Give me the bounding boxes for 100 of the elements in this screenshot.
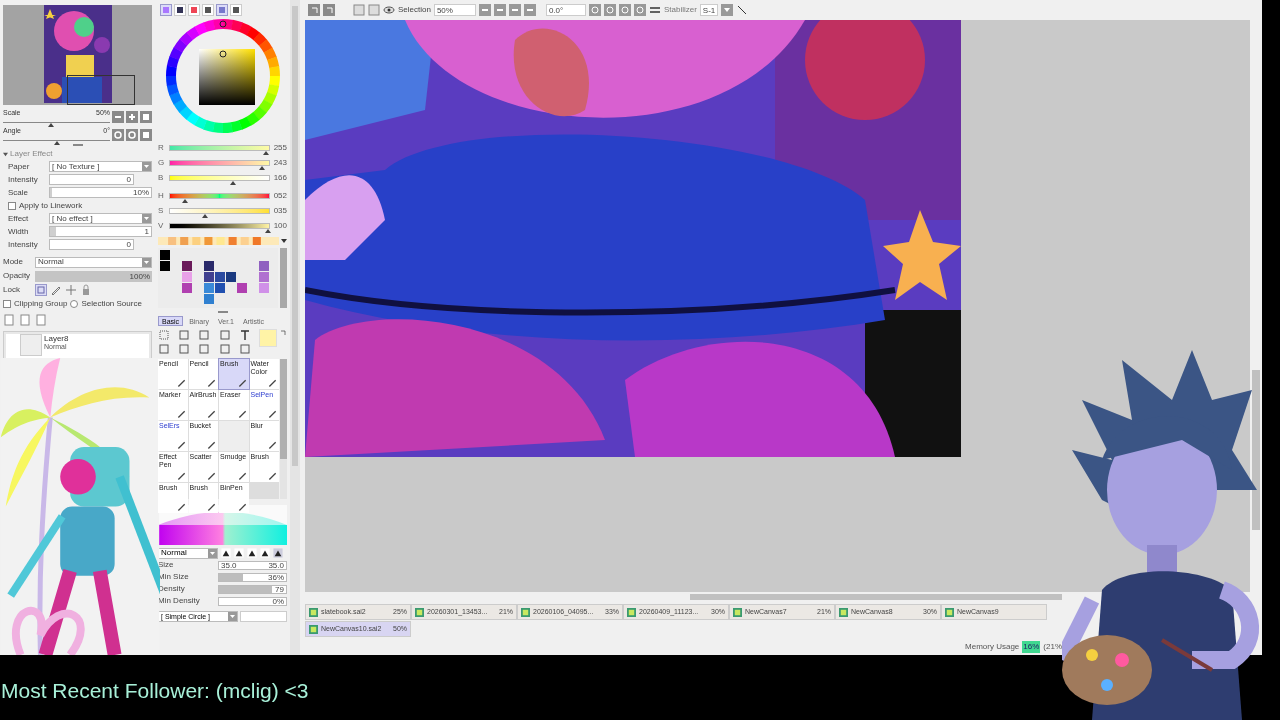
checkbox[interactable] (3, 299, 11, 308)
image-file-icon (839, 607, 848, 617)
toolbar-label: Stabilizer (663, 4, 697, 16)
channel-label: H (158, 189, 165, 202)
slider-thumb[interactable] (263, 150, 269, 155)
brush-icon (207, 471, 216, 480)
brush-icon (237, 409, 247, 418)
field-label: Density (158, 583, 186, 595)
undo-icon[interactable] (308, 4, 320, 16)
panel-scrollbar[interactable] (292, 6, 298, 466)
brush-shape-icon[interactable] (273, 548, 283, 558)
palette-scrollbar[interactable] (280, 248, 287, 308)
image-file-icon (627, 607, 636, 617)
dropdown[interactable]: Normal (158, 547, 218, 559)
field-label: Intensity (8, 238, 39, 251)
padlock-icon[interactable] (80, 284, 92, 296)
brush-shape-icon[interactable] (260, 548, 270, 558)
brush-shape-icon[interactable] (247, 548, 257, 558)
slider-track[interactable]: 79 (218, 584, 287, 594)
slider-track[interactable]: 10% (48, 187, 152, 198)
slider-thumb[interactable] (181, 198, 188, 203)
horizontal-scrollbar-thumb[interactable] (690, 594, 1062, 600)
brush-icon (207, 440, 216, 449)
input-field[interactable]: S-1 (699, 4, 718, 16)
channel-label: S (158, 204, 165, 217)
vertical-scrollbar-thumb[interactable] (1252, 370, 1260, 530)
slider-thumb[interactable] (53, 141, 60, 145)
lock-pixels-icon[interactable] (35, 284, 47, 296)
channel-reading: 243 (273, 156, 287, 169)
channel-reading: 166 (273, 171, 287, 184)
slider-reading: 36% (268, 573, 284, 582)
slider-track[interactable]: 0% (218, 596, 287, 606)
memory-reading: (21% (1043, 641, 1062, 653)
input-field[interactable] (240, 610, 287, 622)
input-field[interactable]: 0 (49, 174, 134, 185)
input-field[interactable]: 0 (49, 239, 134, 250)
brush-icon (176, 471, 186, 480)
section-title: Layer Effect (10, 148, 53, 160)
eye-icon[interactable] (383, 4, 395, 16)
brush-scrollbar[interactable] (280, 359, 287, 459)
image-file-icon (733, 607, 742, 617)
brush-shape-icon[interactable] (221, 548, 231, 558)
dropdown[interactable]: Normal (35, 256, 152, 268)
option-label: Selection Source (81, 297, 142, 310)
brush-icon (237, 471, 247, 480)
swatch-strip[interactable] (158, 237, 279, 245)
memory-reading: 16% (1022, 641, 1041, 653)
brush-shape-icon[interactable] (234, 548, 244, 558)
slider-track[interactable]: 36% (218, 572, 287, 582)
dropdown[interactable]: [ No effect ] (49, 213, 152, 224)
slider-reading: 0% (272, 597, 284, 606)
selection-rect-icon[interactable] (158, 329, 170, 341)
field-label: Opacity (3, 270, 32, 282)
brush-icon (237, 378, 247, 387)
brush-icon (268, 471, 277, 480)
checkbox-label: Apply to Linework (19, 199, 83, 212)
brush-icon (176, 378, 186, 387)
checkbox[interactable] (8, 201, 16, 210)
follower-text: Most Recent Follower: (mclig) <3 (0, 677, 309, 704)
brush-icon (176, 409, 186, 418)
brush-icon (207, 409, 216, 418)
input-field[interactable]: 0.0° (545, 4, 586, 16)
brush-icon (268, 378, 277, 387)
zoom-out-icon[interactable] (112, 111, 124, 123)
option-label: Clipping Group (14, 297, 68, 310)
channel-reading: 100 (273, 219, 287, 232)
channel-label: R (158, 141, 165, 154)
line-tool-icon[interactable] (735, 4, 748, 16)
slider-thumb[interactable] (230, 180, 237, 185)
layer-thumbnail (20, 334, 42, 356)
status-label: Memory Usage (965, 641, 1020, 653)
slider-track[interactable]: 100% (35, 270, 152, 282)
field-label: Width (8, 225, 30, 238)
viewport-frame[interactable] (67, 75, 135, 105)
dropdown[interactable]: [ No Texture ] (49, 161, 152, 172)
slider-track[interactable]: 1 (48, 226, 152, 237)
primary-color-swatch[interactable] (259, 329, 277, 347)
channel-reading: 255 (273, 141, 287, 154)
toolbar-label: Selection (398, 4, 431, 16)
zoom-out-icon[interactable] (493, 4, 506, 16)
pencil-icon[interactable] (50, 284, 62, 296)
input-field[interactable]: 50% (433, 4, 476, 16)
channel-label: V (158, 219, 165, 232)
flip-icon[interactable] (648, 4, 661, 16)
slider-reading: 79 (275, 585, 284, 594)
channel-reading: 035 (273, 204, 287, 217)
channel-label: G (158, 156, 166, 169)
slider-thumb[interactable] (201, 213, 208, 218)
expand-caret-icon[interactable] (3, 151, 8, 157)
text-icon[interactable] (238, 329, 251, 341)
radio-button[interactable] (70, 299, 79, 308)
input-field[interactable]: 35.0 35.0 (218, 560, 287, 570)
brush-icon (176, 440, 186, 449)
slider-thumb[interactable] (48, 123, 55, 127)
redo-icon[interactable] (323, 4, 335, 16)
slider-reading: 1 (144, 227, 149, 237)
slider-thumb[interactable] (259, 165, 266, 170)
field-label: Intensity (8, 173, 39, 186)
layer-name: Layer8 (44, 334, 69, 343)
slider-thumb[interactable] (265, 228, 271, 233)
